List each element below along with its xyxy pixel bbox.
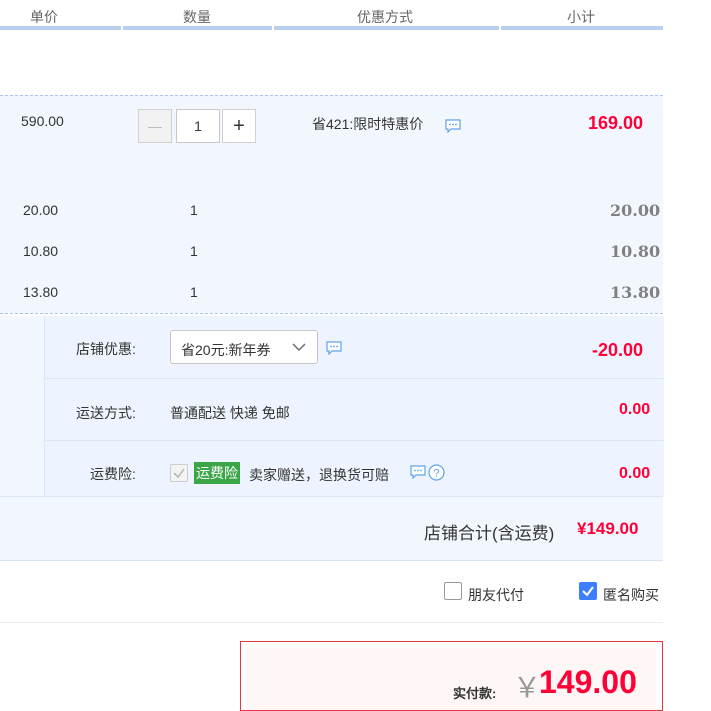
item-promo-text: 省421:限时特惠价 bbox=[312, 116, 424, 132]
quantity-increase-button[interactable]: + bbox=[222, 109, 256, 143]
subitem-subtotal: 10.80 bbox=[610, 242, 661, 261]
item-subtotal: 169.00 bbox=[588, 113, 644, 133]
payment-label: 实付款: bbox=[453, 686, 497, 701]
check-icon bbox=[173, 468, 185, 479]
subitem-price: 20.00 bbox=[23, 202, 59, 218]
store-total-amount: ¥149.00 bbox=[577, 519, 639, 538]
chat-icon[interactable] bbox=[326, 341, 342, 355]
store-discount-select[interactable]: 省20元:新年券 bbox=[170, 330, 318, 364]
friend-pay-checkbox[interactable] bbox=[444, 582, 462, 600]
subitem-subtotal: 20.00 bbox=[610, 201, 661, 220]
svg-text:?: ? bbox=[433, 468, 439, 480]
header-subtotal: 小计 bbox=[567, 9, 595, 25]
chat-icon[interactable] bbox=[445, 119, 461, 133]
insurance-checkbox[interactable] bbox=[170, 464, 188, 482]
check-icon bbox=[582, 586, 594, 597]
header-underline bbox=[0, 26, 663, 30]
anonymous-checkbox[interactable] bbox=[579, 582, 597, 600]
subitem-price: 13.80 bbox=[23, 284, 59, 300]
subitem-quantity: 1 bbox=[190, 202, 198, 218]
subitem-subtotal: 13.80 bbox=[610, 283, 661, 302]
insurance-description: 卖家赠送，退换货可赔 bbox=[249, 467, 389, 483]
shipping-label: 运送方式: bbox=[76, 405, 136, 421]
payment-amount: 149.00 bbox=[539, 664, 637, 700]
friend-pay-label: 朋友代付 bbox=[468, 587, 524, 603]
store-discount-option: 省20元:新年券 bbox=[181, 342, 271, 358]
insurance-amount: 0.00 bbox=[619, 465, 651, 482]
chat-icon[interactable] bbox=[410, 465, 426, 479]
minus-icon: — bbox=[148, 118, 162, 134]
plus-icon: + bbox=[233, 114, 245, 137]
currency-symbol: ￥ bbox=[513, 672, 542, 703]
insurance-label: 运费险: bbox=[90, 466, 136, 482]
shipping-value: 普通配送 快递 免邮 bbox=[170, 405, 290, 421]
help-icon[interactable]: ? bbox=[428, 464, 445, 481]
store-total-label: 店铺合计(含运费) bbox=[424, 524, 555, 543]
shipping-amount: 0.00 bbox=[619, 401, 651, 418]
item-unit-price: 590.00 bbox=[21, 113, 64, 129]
header-unit-price: 单价 bbox=[30, 9, 58, 25]
subitem-quantity: 1 bbox=[190, 243, 198, 259]
store-discount-label: 店铺优惠: bbox=[76, 341, 136, 357]
table-header: 单价 数量 优惠方式 小计 bbox=[0, 0, 663, 30]
anonymous-label: 匿名购买 bbox=[603, 587, 659, 603]
store-discount-amount: -20.00 bbox=[592, 340, 644, 360]
header-discount-method: 优惠方式 bbox=[357, 9, 413, 25]
subitem-price: 10.80 bbox=[23, 243, 59, 259]
header-quantity: 数量 bbox=[183, 9, 211, 25]
quantity-decrease-button[interactable]: — bbox=[138, 109, 172, 143]
subitem-quantity: 1 bbox=[190, 284, 198, 300]
quantity-input[interactable]: 1 bbox=[176, 109, 220, 143]
chevron-down-icon bbox=[292, 343, 306, 351]
insurance-badge: 运费险 bbox=[194, 462, 240, 484]
